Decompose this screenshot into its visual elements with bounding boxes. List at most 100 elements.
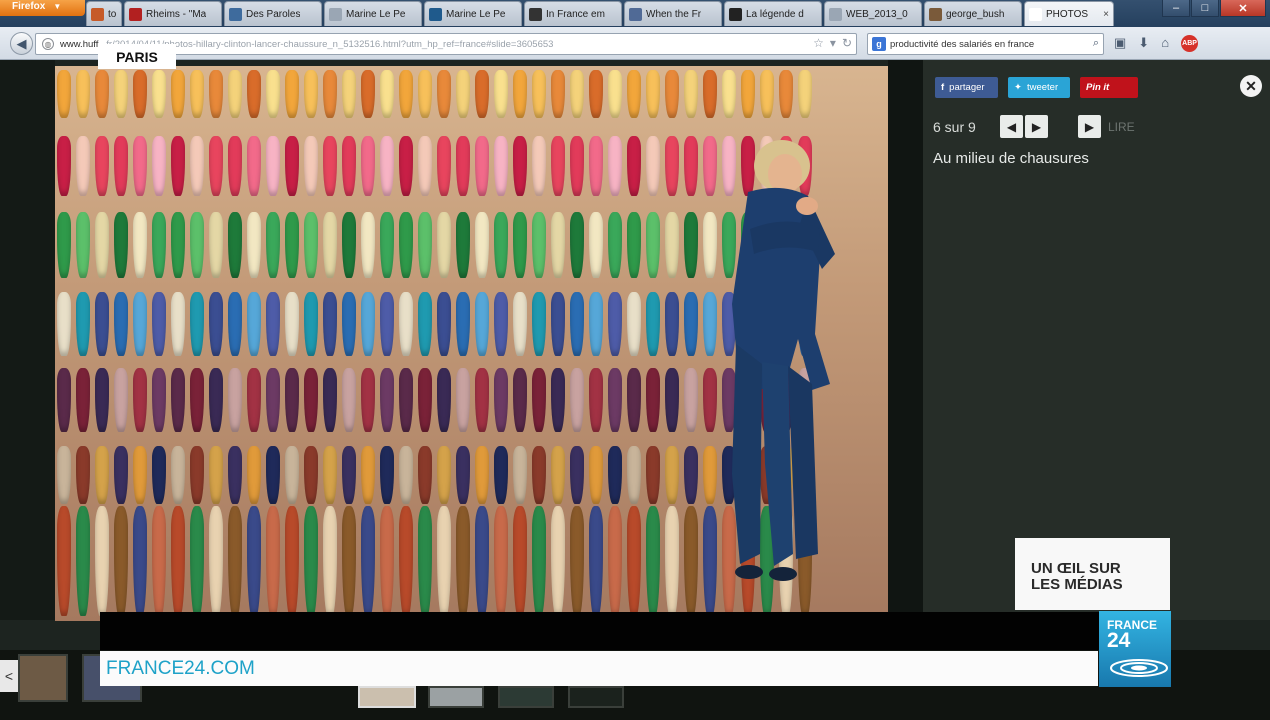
shoe-image [380, 368, 394, 432]
browser-tab[interactable]: tol [86, 1, 122, 26]
tab-favicon-icon [91, 7, 104, 21]
shoe-image [513, 70, 527, 118]
search-bar[interactable]: g productivité des salariés en france ⌕ [867, 33, 1104, 55]
thumbnail-3[interactable] [358, 686, 416, 708]
shoe-image [760, 70, 774, 118]
gallery-photo [55, 66, 888, 621]
google-icon: g [872, 37, 886, 51]
tab-label: Rheims - "Ma [146, 8, 207, 20]
reload-icon[interactable]: ↻ [842, 36, 852, 50]
shoe-image [228, 292, 242, 356]
browser-tab[interactable]: Marine Le Pe [424, 1, 522, 26]
bookmark-star-icon[interactable]: ☆ [813, 36, 824, 50]
tab-close-icon[interactable]: × [1103, 9, 1109, 20]
close-gallery-button[interactable]: ✕ [1240, 75, 1262, 97]
next-slide-button[interactable]: ▶ [1025, 115, 1048, 138]
close-window-button[interactable]: ✕ [1220, 0, 1266, 17]
download-icon[interactable]: ⬇ [1138, 35, 1149, 52]
browser-tab[interactable]: In France em [524, 1, 622, 26]
shoe-image [570, 136, 584, 196]
shoe-image [95, 368, 109, 432]
shoe-image [152, 506, 166, 616]
bookmarks-icon[interactable]: ▣ [1114, 35, 1126, 52]
shoe-image [266, 70, 280, 118]
shoe-image [551, 136, 565, 196]
maximize-button[interactable]: □ [1191, 0, 1219, 17]
shoe-image [285, 506, 299, 616]
shoe-image [589, 70, 603, 118]
shoe-image [323, 292, 337, 356]
browser-tab[interactable]: Marine Le Pe [324, 1, 422, 26]
shoe-image [494, 212, 508, 278]
thumbnail-6[interactable] [568, 686, 624, 708]
shoe-image [589, 136, 603, 196]
photo-caption: Au milieu de chausures [933, 150, 1089, 167]
browser-tab[interactable]: La légende d [724, 1, 822, 26]
thumbnail-5[interactable] [498, 686, 554, 708]
home-icon[interactable]: ⌂ [1161, 35, 1169, 52]
shoe-image [57, 212, 71, 278]
browser-tab[interactable]: Des Paroles [224, 1, 322, 26]
shoe-image [608, 212, 622, 278]
twitter-share-button[interactable]: ✦ tweeter [1008, 77, 1070, 98]
shoe-image [247, 292, 261, 356]
tab-favicon-icon [629, 7, 642, 21]
search-icon[interactable]: ⌕ [1093, 37, 1099, 50]
twitter-bird-icon: ✦ [1014, 82, 1022, 93]
shoe-image [399, 212, 413, 278]
facebook-share-button[interactable]: f partager [935, 77, 998, 98]
shoe-image [532, 212, 546, 278]
back-button[interactable]: ◀ [10, 32, 33, 55]
play-slideshow-button[interactable]: ▶ [1078, 115, 1101, 138]
pinterest-share-button[interactable]: Pin it [1080, 77, 1138, 98]
shoe-image [589, 506, 603, 616]
shoe-image [513, 212, 527, 278]
shoe-image [209, 136, 223, 196]
shoe-image [304, 292, 318, 356]
shoe-image [513, 368, 527, 432]
browser-tab[interactable]: When the Fr [624, 1, 722, 26]
previous-slide-button[interactable]: ◀ [1000, 115, 1023, 138]
tab-label: Marine Le Pe [346, 8, 406, 20]
browser-tab[interactable]: WEB_2013_0 [824, 1, 922, 26]
shoe-image [228, 446, 242, 504]
tab-label: When the Fr [646, 8, 702, 20]
shoe-image [399, 506, 413, 616]
window-controls: – □ ✕ [1162, 0, 1266, 17]
shoe-image [247, 70, 261, 118]
shoe-image [95, 212, 109, 278]
shoe-image [209, 368, 223, 432]
shoe-image [209, 506, 223, 616]
shoe-image [57, 506, 71, 616]
tab-label: In France em [546, 8, 605, 20]
shoe-image [209, 292, 223, 356]
browser-tab[interactable]: george_bush [924, 1, 1022, 26]
facebook-icon: f [941, 82, 945, 93]
facebook-share-label: partager [949, 82, 985, 93]
browser-tab[interactable]: Rheims - "Ma [124, 1, 222, 26]
shoe-image [95, 292, 109, 356]
woman-figure-image [732, 140, 835, 581]
firefox-menu-button[interactable]: Firefox ▼ [0, 0, 85, 16]
chevron-left-icon[interactable]: < [0, 660, 18, 692]
search-input[interactable]: productivité des salariés en france [890, 39, 1034, 50]
shoe-image [57, 368, 71, 432]
dropdown-icon[interactable]: ▾ [830, 36, 836, 50]
thumbnail-4[interactable] [428, 686, 484, 708]
minimize-button[interactable]: – [1162, 0, 1190, 17]
adblock-icon[interactable]: ABP [1181, 35, 1199, 52]
shoe-image [152, 292, 166, 356]
screen: Firefox ▼ tol Rheims - "Ma Des Paroles Marin… [0, 0, 1270, 720]
thumbnail-1[interactable] [18, 654, 68, 702]
shoe-image [551, 70, 565, 118]
shoe-image [76, 136, 90, 196]
shoe-image [57, 446, 71, 504]
shoe-image [608, 506, 622, 616]
tab-label: george_bush [946, 8, 1005, 20]
shoe-image [323, 446, 337, 504]
shoe-image [532, 446, 546, 504]
shoe-image [190, 212, 204, 278]
shoe-image [437, 70, 451, 118]
shoe-image [285, 70, 299, 118]
browser-tab[interactable]: PHOTOS × [1024, 1, 1114, 26]
